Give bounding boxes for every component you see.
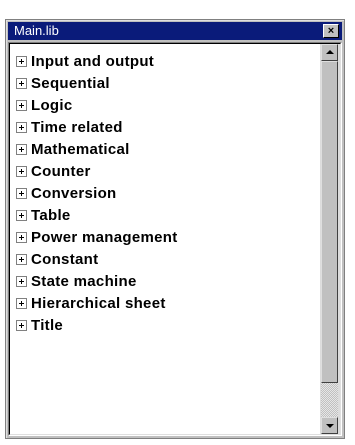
tree-item-label: Counter: [31, 162, 91, 180]
scroll-up-button[interactable]: [321, 44, 338, 61]
title-bar[interactable]: Main.lib ×: [8, 22, 342, 40]
tree-item-time-related[interactable]: Time related: [16, 116, 123, 138]
tree-item-label: Sequential: [31, 74, 110, 92]
vertical-scrollbar[interactable]: [320, 44, 340, 434]
expand-plus-icon[interactable]: [16, 99, 27, 111]
arrow-up-icon: [326, 50, 334, 54]
tree-item-label: Input and output: [31, 52, 155, 70]
library-window: Main.lib × Input and output Sequential L…: [5, 19, 345, 439]
expand-plus-icon[interactable]: [16, 209, 27, 221]
expand-plus-icon[interactable]: [16, 253, 27, 265]
tree-item-label: Mathematical: [31, 140, 130, 158]
arrow-down-icon: [326, 424, 334, 428]
tree-item-label: Time related: [31, 118, 123, 136]
tree-item-power-management[interactable]: Power management: [16, 226, 178, 248]
expand-plus-icon[interactable]: [16, 55, 27, 67]
expand-plus-icon[interactable]: [16, 77, 27, 89]
tree-item-label: Logic: [31, 96, 73, 114]
expand-plus-icon[interactable]: [16, 165, 27, 177]
tree-view: Input and output Sequential Logic Time r…: [9, 43, 341, 435]
tree-item-hierarchical-sheet[interactable]: Hierarchical sheet: [16, 292, 166, 314]
tree-container: Input and output Sequential Logic Time r…: [8, 42, 342, 436]
tree-item-state-machine[interactable]: State machine: [16, 270, 137, 292]
tree-item-label: Constant: [31, 250, 99, 268]
tree-item-counter[interactable]: Counter: [16, 160, 91, 182]
scroll-down-button[interactable]: [321, 417, 338, 434]
tree-item-input-and-output[interactable]: Input and output: [16, 50, 154, 72]
tree-item-label: State machine: [31, 272, 137, 290]
expand-plus-icon[interactable]: [16, 231, 27, 243]
expand-plus-icon[interactable]: [16, 297, 27, 309]
tree-item-label: Hierarchical sheet: [31, 294, 166, 312]
close-icon: ×: [327, 25, 335, 37]
scroll-thumb[interactable]: [321, 61, 338, 383]
tree-list: Input and output Sequential Logic Time r…: [10, 44, 302, 434]
expand-plus-icon[interactable]: [16, 121, 27, 133]
tree-item-constant[interactable]: Constant: [16, 248, 98, 270]
tree-item-mathematical[interactable]: Mathematical: [16, 138, 130, 160]
tree-item-logic[interactable]: Logic: [16, 94, 73, 116]
tree-item-label: Power management: [31, 228, 178, 246]
tree-item-sequential[interactable]: Sequential: [16, 72, 110, 94]
expand-plus-icon[interactable]: [16, 319, 27, 331]
expand-plus-icon[interactable]: [16, 275, 27, 287]
tree-item-label: Title: [31, 316, 64, 334]
tree-item-conversion[interactable]: Conversion: [16, 182, 117, 204]
tree-item-label: Table: [31, 206, 71, 224]
window-title: Main.lib: [14, 23, 59, 38]
expand-plus-icon[interactable]: [16, 143, 27, 155]
close-button[interactable]: ×: [323, 24, 339, 38]
expand-plus-icon[interactable]: [16, 187, 27, 199]
tree-item-table[interactable]: Table: [16, 204, 71, 226]
tree-item-label: Conversion: [31, 184, 117, 202]
tree-item-title[interactable]: Title: [16, 314, 63, 336]
